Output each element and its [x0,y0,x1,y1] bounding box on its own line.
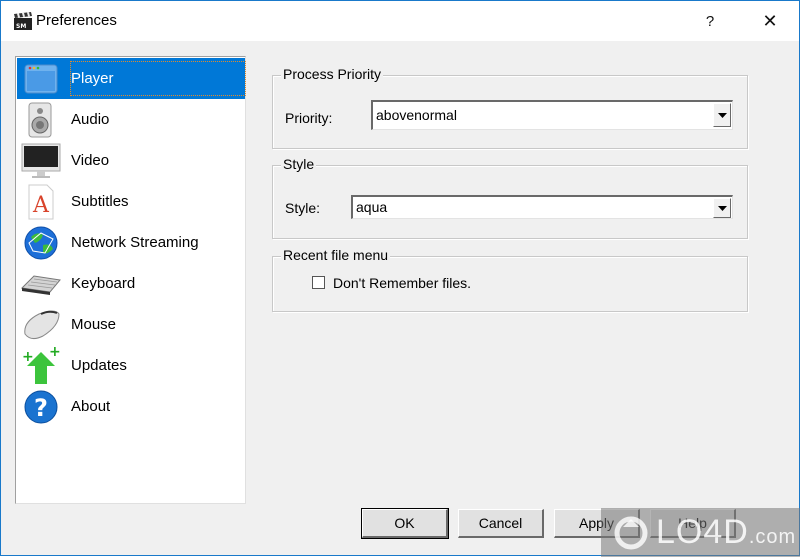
close-button[interactable]: ✕ [747,1,793,41]
font-document-icon: A [20,183,62,221]
sidebar-item-keyboard[interactable]: Keyboard [17,263,245,304]
sidebar-item-label: Network Streaming [71,234,199,251]
priority-select[interactable]: abovenormal [371,100,733,130]
watermark-logo-icon [614,516,648,550]
sidebar-item-video[interactable]: Video [17,140,245,181]
chevron-down-icon[interactable] [713,198,731,218]
svg-text:SM: SM [16,23,26,30]
watermark-text: LO4D.com [656,513,796,552]
update-arrow-icon: + + [20,346,62,385]
help-circle-icon: ? [20,388,62,426]
watermark: LO4D.com [601,508,800,557]
style-label: Style: [285,200,321,216]
clapperboard-icon: SM [14,12,32,30]
process-priority-group: Process Priority Priority: abovenormal [272,66,748,149]
dont-remember-files-checkbox[interactable] [312,276,325,289]
sidebar-item-subtitles[interactable]: A Subtitles [17,181,245,222]
sidebar-item-updates[interactable]: + + Updates [17,345,245,386]
sidebar-item-label: Mouse [71,316,117,333]
help-title-button[interactable]: ? [687,1,733,41]
sidebar-item-player[interactable]: Player [17,58,246,99]
sidebar-item-label: Player [70,61,246,96]
svg-text:?: ? [34,394,48,422]
chevron-down-icon[interactable] [713,103,731,127]
keyboard-icon [20,265,62,303]
svg-text:+: + [22,349,34,365]
style-value: aqua [356,199,388,215]
sidebar-item-label: About [71,398,111,415]
sidebar-item-label: Keyboard [71,275,136,292]
svg-text:+: + [49,346,61,360]
svg-text:A: A [32,193,50,218]
sidebar-item-label: Video [71,152,110,169]
group-title: Style [281,156,317,172]
group-title: Recent file menu [281,247,391,263]
monitor-icon [20,142,62,180]
sidebar-item-label: Updates [71,357,127,374]
recent-file-menu-group: Recent file menu Don't Remember files. [272,247,748,312]
watermark-suffix: .com [748,526,797,548]
window-icon [20,60,62,98]
dont-remember-files-label[interactable]: Don't Remember files. [333,275,471,291]
style-group: Style Style: aqua [272,156,748,239]
sidebar-item-network-streaming[interactable]: Network Streaming [17,222,245,263]
cancel-button[interactable]: Cancel [458,509,544,538]
priority-label: Priority: [285,110,333,126]
title-bar: SM Preferences ? ✕ [1,1,799,41]
preferences-window: SM Preferences ? ✕ Player Audio Video A … [0,0,800,557]
mouse-icon [20,306,62,344]
preferences-category-list[interactable]: Player Audio Video A Subtitles Network S… [15,56,246,504]
ok-button[interactable]: OK [361,508,449,539]
speaker-icon [20,101,62,139]
group-title: Process Priority [281,66,384,82]
watermark-brand: LO4D [656,513,749,551]
sidebar-item-about[interactable]: ? About [17,386,245,427]
priority-value: abovenormal [376,107,457,123]
sidebar-item-label: Audio [71,111,110,128]
globe-icon [20,224,62,262]
style-select[interactable]: aqua [351,195,733,219]
sidebar-item-label: Subtitles [71,193,129,210]
window-title: Preferences [36,12,117,29]
sidebar-item-audio[interactable]: Audio [17,99,245,140]
sidebar-item-mouse[interactable]: Mouse [17,304,245,345]
